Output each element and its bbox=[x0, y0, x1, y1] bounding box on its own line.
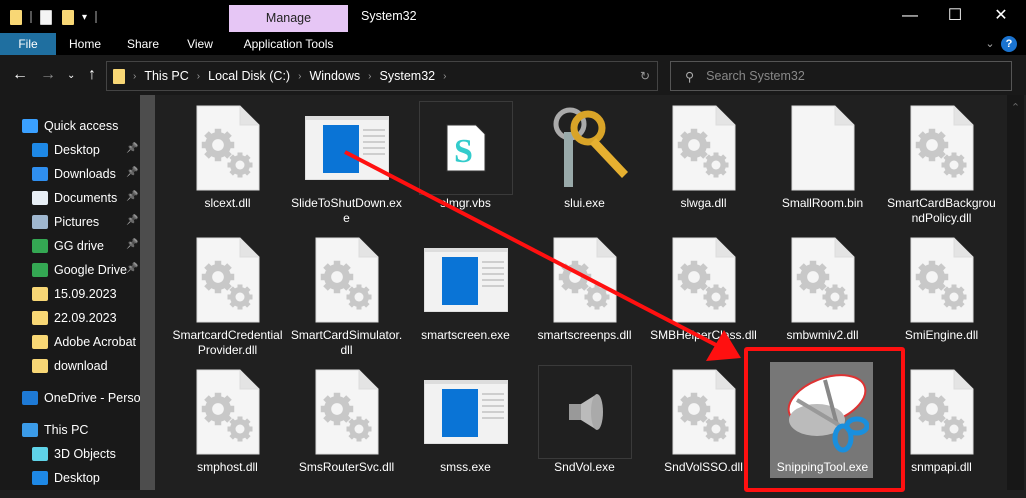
arrow-head bbox=[706, 330, 741, 361]
highlight-box bbox=[744, 347, 905, 492]
arrow-line bbox=[344, 150, 719, 348]
